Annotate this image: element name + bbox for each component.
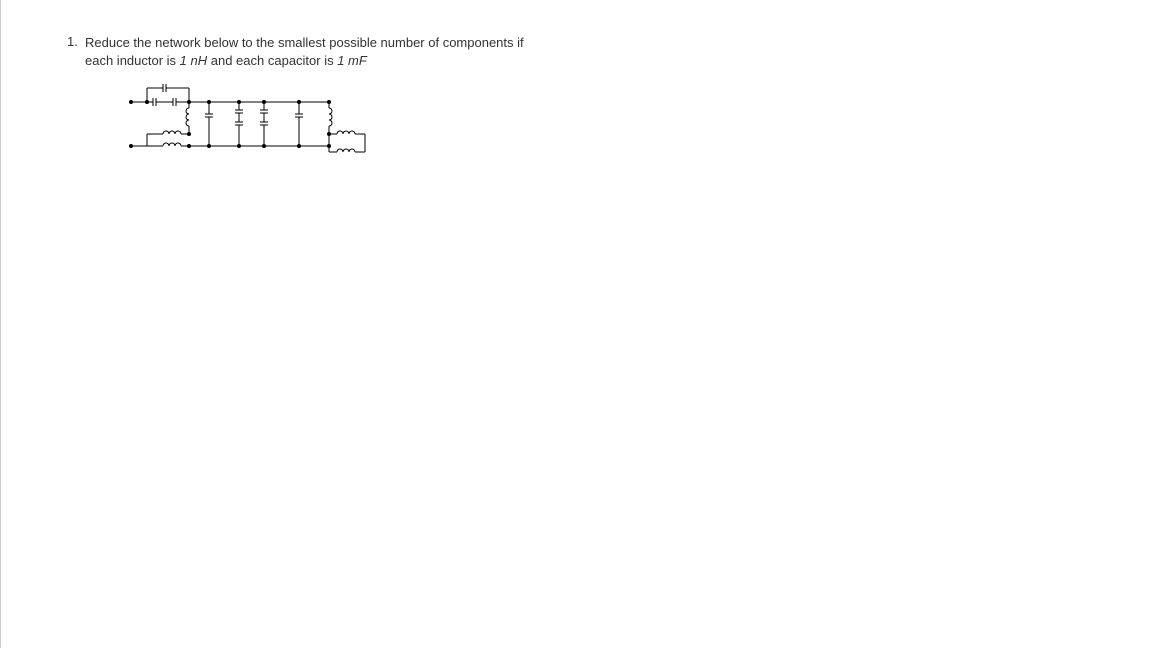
question-line1: Reduce the network below to the smallest… xyxy=(85,35,524,50)
inductor-value: 1 nH xyxy=(180,53,207,68)
circuit-diagram xyxy=(129,82,389,162)
question-block: 1. Reduce the network below to the small… xyxy=(85,34,685,70)
page-container: 1. Reduce the network below to the small… xyxy=(0,0,1152,648)
question-line2a: each inductor is xyxy=(85,53,180,68)
question-number: 1. xyxy=(67,34,78,49)
question-text: Reduce the network below to the smallest… xyxy=(85,34,685,70)
capacitor-value: 1 mF xyxy=(337,53,367,68)
question-line2b: and each capacitor is xyxy=(207,53,337,68)
